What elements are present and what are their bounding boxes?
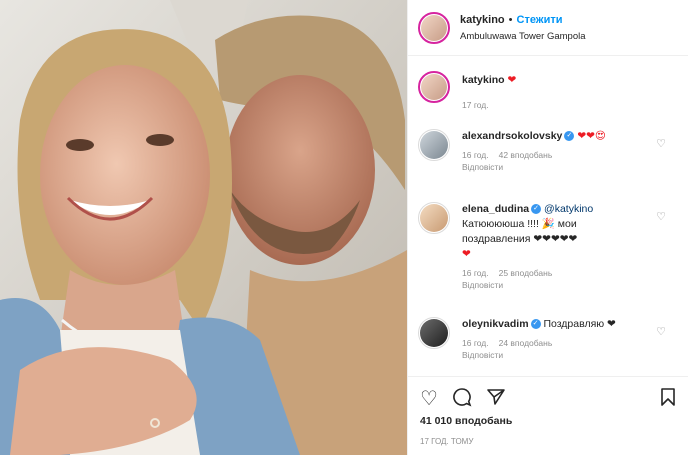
comment-avatar[interactable]: [418, 317, 450, 349]
comment-avatar[interactable]: [418, 202, 450, 234]
header-separator: •: [508, 13, 513, 26]
reply-button[interactable]: Відповісти: [462, 280, 680, 290]
comment-like-heart-icon[interactable]: ♡: [656, 137, 666, 150]
comment-like-heart-icon[interactable]: ♡: [656, 325, 666, 338]
comment-avatar[interactable]: [418, 129, 450, 161]
comment-username[interactable]: alexandrsokolovsky: [462, 130, 562, 142]
comment-time[interactable]: 16 год.: [462, 338, 489, 348]
comment-time[interactable]: 16 год.: [462, 150, 489, 160]
author-avatar[interactable]: [418, 11, 450, 44]
comment-text-line: Катююююша !!!! 🎉 мои: [462, 218, 577, 230]
comment-time[interactable]: 16 год.: [462, 268, 489, 278]
comment-likes[interactable]: 24 вподобань: [499, 338, 553, 348]
comments-list[interactable]: katykino ❤ 17 год. alexandrsokolovsky ✓ ❤…: [408, 57, 688, 367]
comment-text: ❤❤😍: [577, 130, 606, 142]
post-side-panel: katykino • Стежити Ambuluwawa Tower Gamp…: [407, 0, 688, 455]
post-time-ago[interactable]: 17 ГОД. ТОМУ: [408, 437, 688, 446]
caption-text: ❤: [507, 74, 517, 86]
comment-item: elena_dudina ✓ @katykino Катююююша !!!! 🎉…: [418, 202, 680, 290]
comment-text-line: ❤: [462, 248, 471, 260]
reply-button[interactable]: Відповісти: [462, 162, 680, 172]
comment-mention[interactable]: @katykino: [544, 203, 593, 215]
verified-badge-icon: ✓: [531, 204, 542, 215]
location-link[interactable]: Ambuluwawa Tower Gampola: [460, 31, 586, 42]
reply-button[interactable]: Відповісти: [462, 350, 680, 360]
comment-username[interactable]: elena_dudina: [462, 203, 529, 215]
post-header: katykino • Стежити Ambuluwawa Tower Gamp…: [408, 0, 688, 56]
heart-outline-icon[interactable]: ♡: [420, 389, 438, 409]
comment-text: Поздравляю ❤: [543, 318, 616, 330]
verified-badge-icon: ✓: [564, 131, 575, 142]
follow-button[interactable]: Стежити: [517, 14, 563, 26]
post-actions: ♡ 41 010 вподобань 17 ГОД. ТОМУ: [408, 376, 688, 455]
couple-selfie-image: [0, 0, 407, 455]
instagram-post: katykino • Стежити Ambuluwawa Tower Gamp…: [0, 0, 688, 455]
caption-username[interactable]: katykino: [462, 74, 505, 86]
comment-likes[interactable]: 42 вподобань: [499, 150, 553, 160]
bookmark-icon[interactable]: [660, 387, 676, 411]
comment-username[interactable]: oleynikvadim: [462, 318, 529, 330]
caption-time[interactable]: 17 год.: [462, 100, 489, 110]
likes-count[interactable]: 41 010 вподобань: [408, 415, 688, 427]
comment-like-heart-icon[interactable]: ♡: [656, 210, 666, 223]
author-username[interactable]: katykino: [460, 14, 505, 26]
verified-badge-icon: ✓: [530, 319, 541, 330]
caption: katykino ❤ 17 год.: [418, 71, 680, 110]
paper-plane-icon[interactable]: [486, 387, 506, 411]
caption-avatar[interactable]: [418, 71, 450, 103]
comment-item: oleynikvadim ✓ Поздравляю ❤ 16 год. 24 вп…: [418, 317, 680, 360]
post-photo[interactable]: [0, 0, 407, 455]
comment-text-line: поздравления ❤❤❤❤❤: [462, 233, 578, 245]
comment-likes[interactable]: 25 вподобань: [499, 268, 553, 278]
comment-item: alexandrsokolovsky ✓ ❤❤😍 16 год. 42 вподо…: [418, 129, 680, 172]
comment-bubble-icon[interactable]: [452, 387, 472, 411]
